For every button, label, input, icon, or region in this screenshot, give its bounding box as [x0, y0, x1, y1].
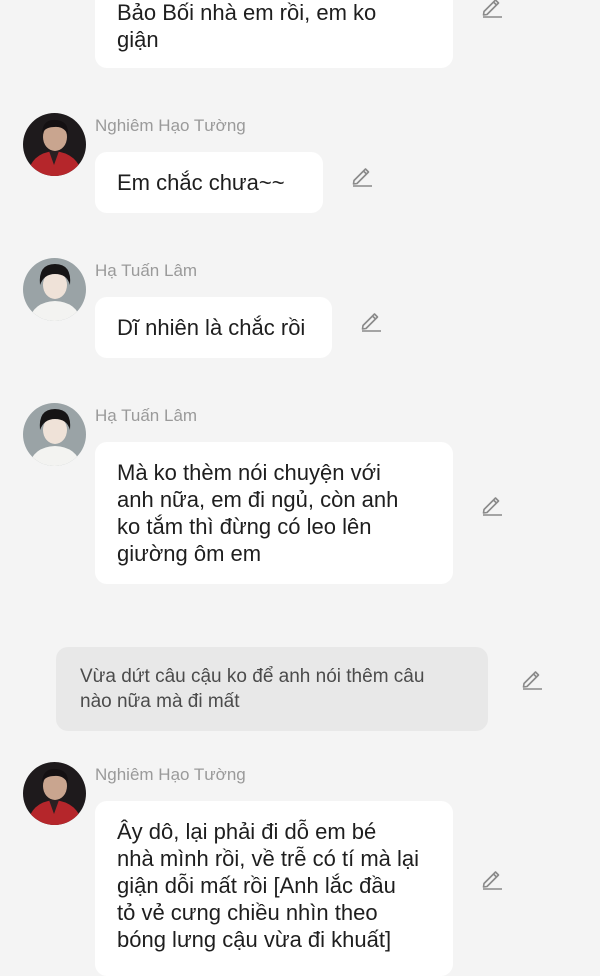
pencil-icon[interactable] [359, 308, 383, 332]
message-text: Ây dô, lại phải đi dỗ em bé nhà mình rồi… [117, 819, 420, 952]
message-text: Dĩ nhiên là chắc rồi [117, 315, 306, 340]
pencil-icon[interactable] [480, 492, 504, 516]
message-text: Bảo Bối nhà em rồi, em ko giận [117, 0, 377, 52]
sender-name: Hạ Tuấn Lâm [95, 406, 198, 425]
pencil-icon[interactable] [350, 163, 374, 187]
sender-name: Nghiêm Hạo Tường [95, 116, 246, 135]
avatar[interactable] [23, 113, 86, 176]
message-bubble[interactable]: Dĩ nhiên là chắc rồi [95, 297, 332, 358]
pencil-icon[interactable] [480, 0, 504, 18]
pencil-icon[interactable] [480, 866, 504, 890]
message-bubble[interactable]: Em chắc chưa~~ [95, 152, 323, 213]
message-bubble[interactable]: Bảo Bối nhà em rồi, em ko giận [95, 0, 453, 68]
pencil-icon[interactable] [520, 666, 544, 690]
message-text: Em chắc chưa~~ [117, 170, 285, 195]
avatar[interactable] [23, 258, 86, 321]
avatar[interactable] [23, 762, 86, 825]
sender-name: Nghiêm Hạo Tường [95, 765, 246, 784]
message-text: Mà ko thèm nói chuyện với anh nữa, em đi… [117, 460, 399, 566]
narration-box[interactable]: Vừa dứt câu cậu ko để anh nói thêm câu n… [56, 647, 488, 731]
sender-name: Hạ Tuấn Lâm [95, 261, 198, 280]
avatar[interactable] [23, 403, 86, 466]
message-bubble[interactable]: Mà ko thèm nói chuyện với anh nữa, em đi… [95, 442, 453, 584]
message-bubble[interactable]: Ây dô, lại phải đi dỗ em bé nhà mình rồi… [95, 801, 453, 976]
